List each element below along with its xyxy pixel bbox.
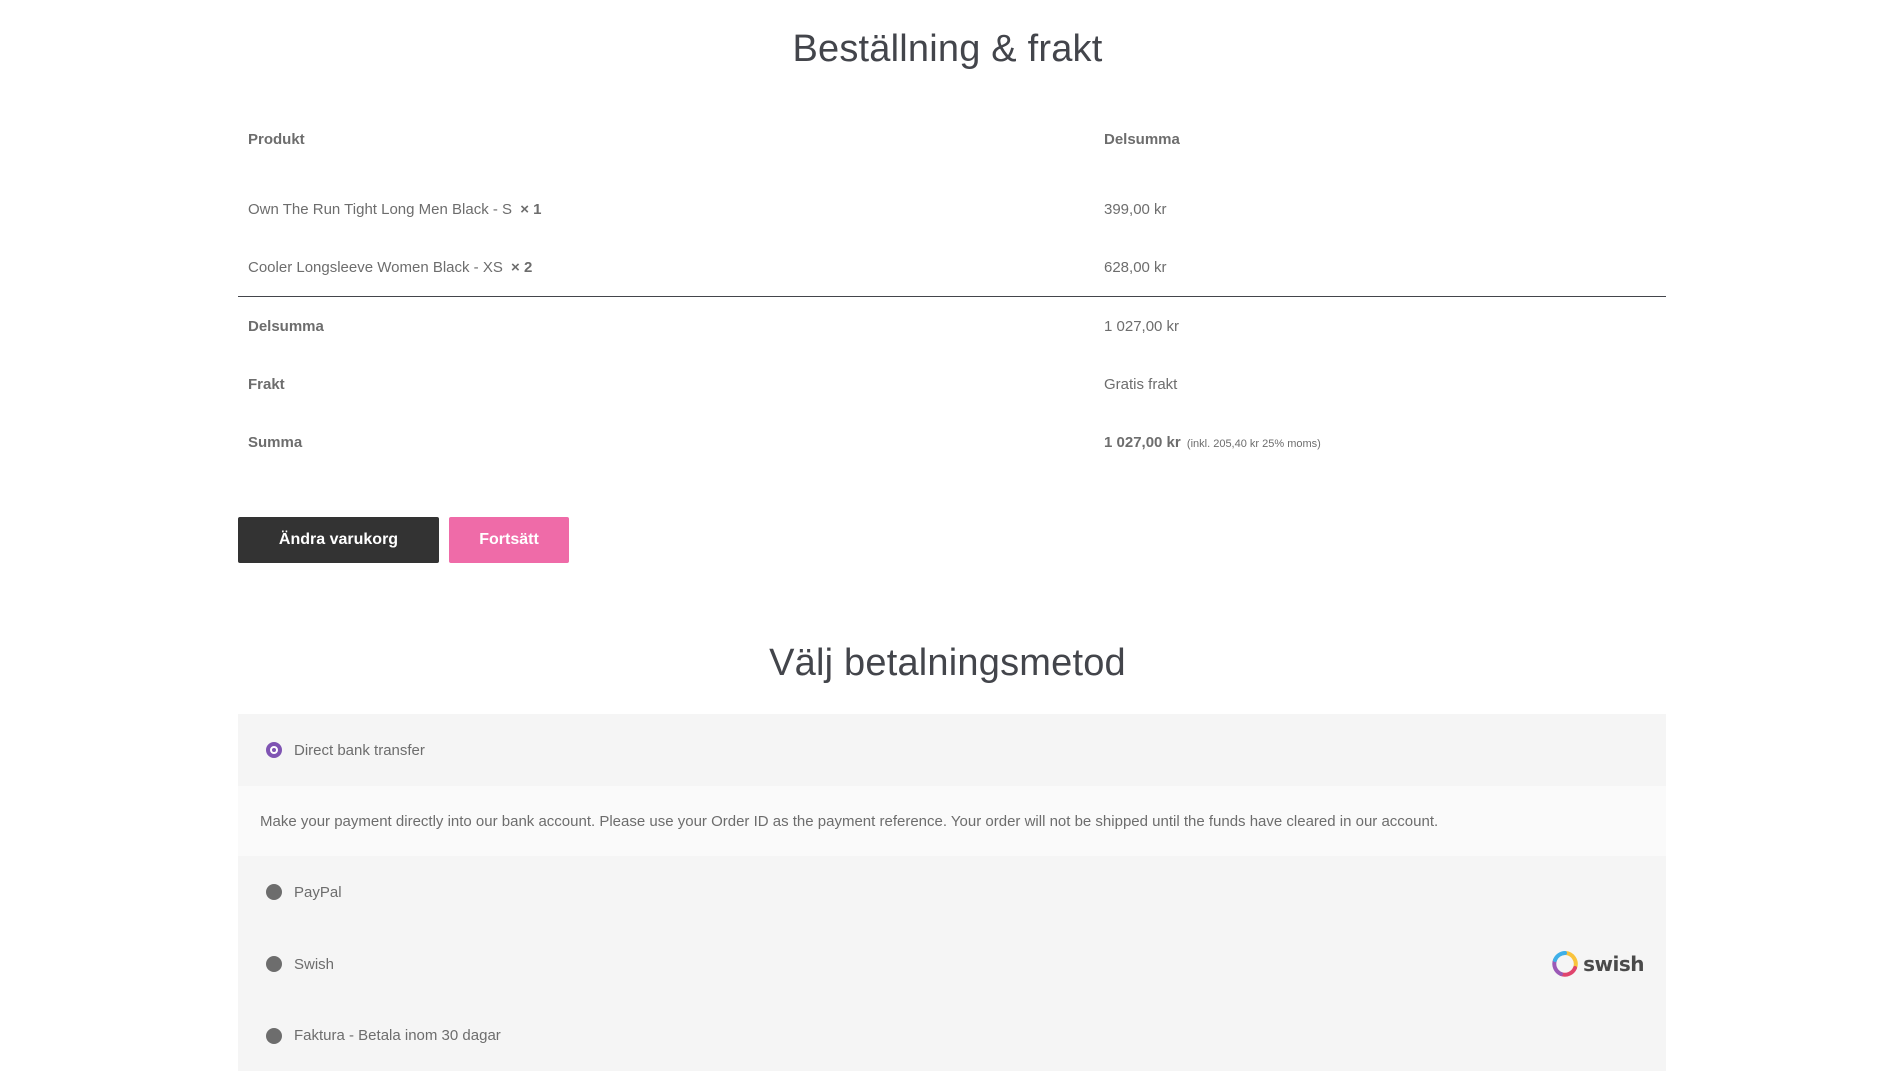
bank-transfer-description-text: Make your payment directly into our bank… <box>260 812 1439 830</box>
order-total-row: Summa 1 027,00 kr (inkl. 205,40 kr 25% m… <box>238 413 1666 471</box>
edit-cart-button[interactable]: Ändra varukorg <box>238 517 439 563</box>
product-quantity: × 2 <box>511 258 533 276</box>
swish-logo: swish <box>1551 950 1644 978</box>
order-review-table: Produkt Delsumma Own The Run Tight Long … <box>238 116 1666 471</box>
swish-logo-text: swish <box>1583 952 1644 976</box>
table-header-row: Produkt Delsumma <box>238 116 1666 180</box>
radio-icon[interactable] <box>266 956 282 972</box>
cart-subtotal-value: 1 027,00 kr <box>1104 317 1180 335</box>
product-name: Own The Run Tight Long Men Black - S <box>248 200 513 218</box>
payment-method-label[interactable]: Faktura - Betala inom 30 dagar <box>294 1027 501 1044</box>
order-total-label: Summa <box>248 433 303 451</box>
payment-method-label[interactable]: PayPal <box>294 884 342 901</box>
shipping-value: Gratis frakt <box>1104 375 1178 393</box>
payment-method-swish[interactable]: Swish swish <box>238 928 1666 1000</box>
checkout-page: Beställning & frakt Produkt Delsumma Own… <box>0 0 1895 1084</box>
order-total-value: 1 027,00 kr <box>1104 433 1181 451</box>
table-row: Own The Run Tight Long Men Black - S × 1… <box>238 180 1666 238</box>
payment-method-invoice[interactable]: Faktura - Betala inom 30 dagar <box>238 1000 1666 1071</box>
payment-method-label[interactable]: Direct bank transfer <box>294 742 425 759</box>
order-section-title: Beställning & frakt <box>792 28 1103 70</box>
product-name: Cooler Longsleeve Women Black - XS <box>248 258 503 276</box>
product-quantity: × 1 <box>520 200 542 218</box>
product-subtotal: 628,00 kr <box>1094 238 1666 297</box>
tax-note: (inkl. 205,40 kr 25% moms) <box>1186 437 1321 450</box>
subtotal-column-header: Delsumma <box>1104 130 1180 148</box>
cart-subtotal-row: Delsumma 1 027,00 kr <box>238 297 1666 356</box>
product-column-header: Produkt <box>248 130 305 148</box>
payment-section-title: Välj betalningsmetod <box>769 642 1126 684</box>
continue-button[interactable]: Fortsätt <box>449 517 569 563</box>
product-cell: Cooler Longsleeve Women Black - XS × 2 <box>238 238 1094 297</box>
cart-actions: Ändra varukorg Fortsätt <box>238 517 569 563</box>
shipping-label: Frakt <box>248 375 285 393</box>
payment-method-paypal[interactable]: PayPal <box>238 856 1666 928</box>
bank-transfer-description: Make your payment directly into our bank… <box>238 786 1666 856</box>
radio-selected-icon[interactable] <box>266 742 282 758</box>
swish-swirl-icon <box>1552 951 1578 977</box>
cart-subtotal-label: Delsumma <box>248 317 324 335</box>
table-row: Cooler Longsleeve Women Black - XS × 2 6… <box>238 238 1666 297</box>
payment-methods: Direct bank transfer Make your payment d… <box>238 714 1666 1071</box>
product-subtotal: 399,00 kr <box>1104 200 1167 218</box>
radio-icon[interactable] <box>266 884 282 900</box>
payment-method-bank-transfer[interactable]: Direct bank transfer <box>238 714 1666 786</box>
payment-method-label[interactable]: Swish <box>294 956 334 973</box>
product-cell: Own The Run Tight Long Men Black - S × 1 <box>238 180 1094 238</box>
order-total-cell: 1 027,00 kr (inkl. 205,40 kr 25% moms) <box>1094 413 1666 471</box>
shipping-row: Frakt Gratis frakt <box>238 355 1666 413</box>
radio-icon[interactable] <box>266 1027 282 1044</box>
